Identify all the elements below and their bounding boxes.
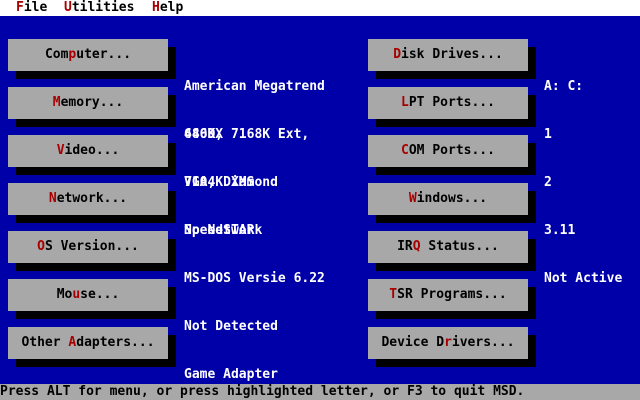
menu-help-hotkey: H xyxy=(152,0,160,15)
network-info-line: No Network xyxy=(184,223,263,238)
com-ports-button-hotkey: C xyxy=(401,143,409,158)
memory-button[interactable]: Memory... xyxy=(8,87,168,119)
video-button[interactable]: Video... xyxy=(8,135,168,167)
network-button-label-post: etwork... xyxy=(56,191,128,206)
video-button-hotkey: V xyxy=(56,143,65,158)
computer-info-line: American Megatrend xyxy=(184,79,325,94)
device-drivers-button-label-pre: Device D xyxy=(381,335,445,350)
menu-file[interactable]: File xyxy=(16,0,47,16)
irq-status-button[interactable]: IR Q Status... xyxy=(368,231,528,263)
memory-button-hotkey: M xyxy=(52,95,61,110)
other-adapters-button-label-pre: Other xyxy=(21,335,69,350)
com-ports-button-label-post: OM Ports... xyxy=(408,143,495,158)
video-button-label-post: ideo... xyxy=(64,143,120,158)
lpt-ports-info-line: 1 xyxy=(544,127,552,142)
tsr-programs-button-hotkey: T xyxy=(389,287,398,302)
os-version-button-hotkey: O xyxy=(37,239,45,254)
windows-info-line: 3.11 xyxy=(544,223,576,238)
other-adapters-button-label-post: dapters... xyxy=(76,335,155,350)
device-drivers-button[interactable]: Device Dr ivers... xyxy=(368,327,528,359)
mouse-button-label-post: se... xyxy=(80,287,120,302)
other-adapters-button[interactable]: Other Adapters... xyxy=(8,327,168,359)
menu-bar: File Utilities Help xyxy=(0,0,640,16)
other-adapters-button-hotkey: A xyxy=(68,335,77,350)
network-button[interactable]: Network... xyxy=(8,183,168,215)
memory-info-line: 640K, 7168K Ext, xyxy=(184,127,310,142)
video-info-line: VGA, Diamond xyxy=(184,175,278,190)
other-adapters-info-line: Game Adapter xyxy=(184,367,278,382)
computer-button-label-pre: Com xyxy=(44,47,69,62)
memory-button-label-post: emory... xyxy=(60,95,124,110)
menu-file-hotkey: F xyxy=(16,0,24,15)
windows-button-label-post: indows... xyxy=(416,191,488,206)
mouse-button-hotkey: u xyxy=(72,287,81,302)
mouse-info-line: Not Detected xyxy=(184,319,278,334)
computer-button-hotkey: p xyxy=(68,47,77,62)
mouse-button[interactable]: Mo u se... xyxy=(8,279,168,311)
com-ports-info-line: 2 xyxy=(544,175,552,190)
irq-status-button-label-pre: IR xyxy=(397,239,413,254)
disk-drives-info-line: A: C: xyxy=(544,79,584,94)
windows-info-line: Not Active xyxy=(544,271,623,286)
os-version-info-line: MS-DOS Versie 6.22 xyxy=(184,271,325,286)
status-bar: Press ALT for menu, or press highlighted… xyxy=(0,384,640,400)
device-drivers-button-hotkey: r xyxy=(444,335,452,350)
menu-utilities[interactable]: Utilities xyxy=(64,0,134,16)
lpt-ports-button-hotkey: L xyxy=(401,95,409,110)
os-version-button-label-post: S Version... xyxy=(44,239,139,254)
tsr-programs-button-label-post: SR Programs... xyxy=(397,287,507,302)
computer-button-label-post: uter... xyxy=(76,47,132,62)
tsr-programs-button[interactable]: T SR Programs... xyxy=(368,279,528,311)
menu-help-label: elp xyxy=(159,0,184,15)
mouse-button-label-pre: Mo xyxy=(56,287,73,302)
network-button-hotkey: N xyxy=(48,191,57,206)
windows-info: 3.11 Not Active xyxy=(544,191,640,303)
device-drivers-button-label-post: ivers... xyxy=(451,335,515,350)
disk-drives-button-label-post: isk Drives... xyxy=(401,47,503,62)
disk-drives-button-hotkey: D xyxy=(393,47,402,62)
windows-button[interactable]: Windows... xyxy=(368,183,528,215)
computer-button[interactable]: Com p uter... xyxy=(8,39,168,71)
menu-file-label: ile xyxy=(23,0,48,15)
lpt-ports-button[interactable]: L PT Ports... xyxy=(368,87,528,119)
irq-status-button-label-post: Status... xyxy=(420,239,499,254)
disk-drives-button[interactable]: Disk Drives... xyxy=(368,39,528,71)
menu-utilities-label: tilities xyxy=(71,0,135,15)
com-ports-button[interactable]: C OM Ports... xyxy=(368,135,528,167)
windows-button-hotkey: W xyxy=(408,191,417,206)
menu-help[interactable]: Help xyxy=(152,0,183,16)
os-version-button[interactable]: OS Version... xyxy=(8,231,168,263)
lpt-ports-button-label-post: PT Ports... xyxy=(408,95,495,110)
irq-status-button-hotkey: Q xyxy=(412,239,421,254)
menu-utilities-hotkey: U xyxy=(64,0,72,15)
